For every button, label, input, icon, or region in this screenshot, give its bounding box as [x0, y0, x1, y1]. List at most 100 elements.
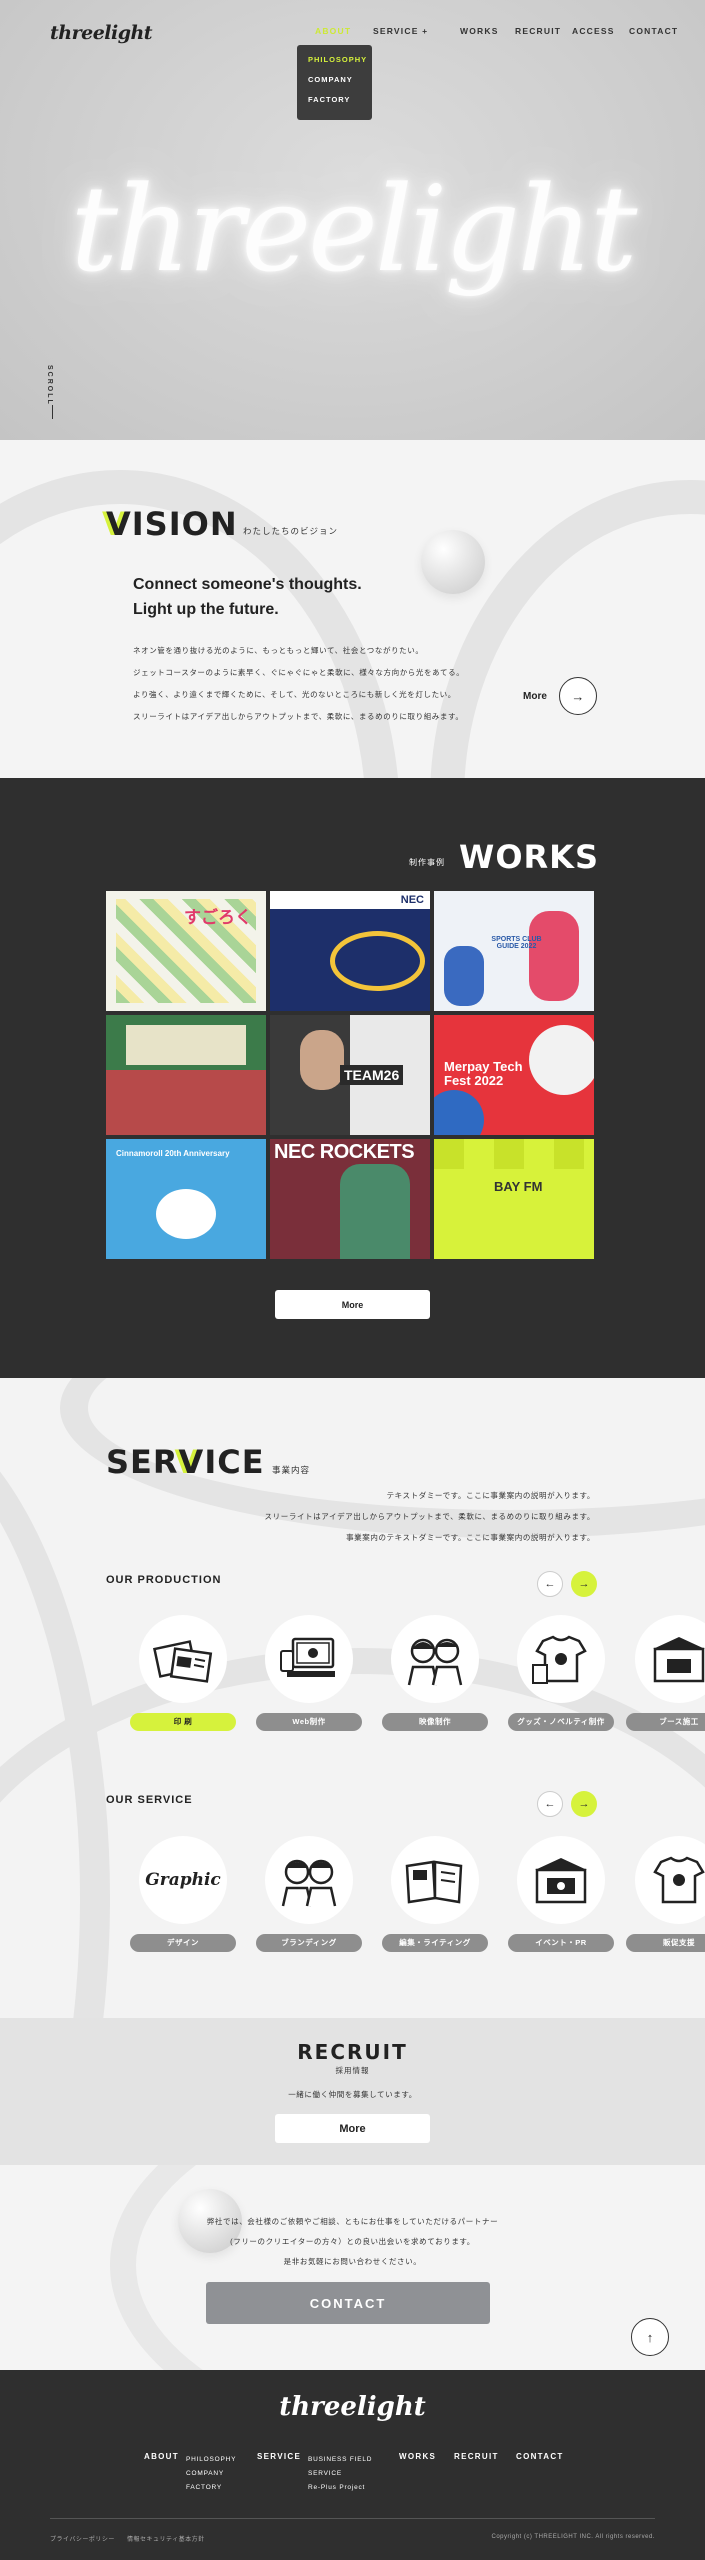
privacy-link[interactable]: プライバシーポリシー [50, 2534, 115, 2543]
headline-line: Light up the future. [133, 601, 279, 618]
body-line: ネオン管を通り抜ける光のように、もっともっと輝いて、社会とつながりたい。 [133, 646, 424, 655]
work-tile[interactable]: BAY FM [434, 1139, 594, 1259]
contact-line: 弊社では、会社様のご依頼やご相談、ともにお仕事をしていただけるパートナー [206, 2217, 499, 2226]
production-item[interactable]: グッズ・ノベルティ制作 [508, 1615, 614, 1731]
work-tile[interactable]: すごろく [106, 891, 266, 1011]
works-more-button[interactable]: More [275, 1290, 430, 1319]
footer-logo[interactable]: threelight [0, 2392, 705, 2422]
work-tile[interactable] [106, 1015, 266, 1135]
work-tile[interactable]: Merpay Tech Fest 2022 [434, 1015, 594, 1135]
site-logo[interactable]: threelight [50, 22, 153, 44]
title-post: ICE [204, 1443, 265, 1481]
scroll-indicator: SCROLL [46, 365, 53, 406]
neon-sign: threelight [70, 160, 638, 298]
footer-about-links: PHILOSOPHY COMPANY FACTORY [186, 2453, 236, 2495]
tile-text: NEC [400, 894, 424, 906]
desc-line: スリーライトはアイデア出しからアウトプットまで、柔軟に、まるめのりに取り組みます… [264, 1512, 595, 1521]
footer-service-col: SERVICE [257, 2452, 301, 2461]
editing-icon [391, 1836, 479, 1924]
footer-divider [50, 2518, 655, 2519]
vision-section: VISION わたしたちのビジョン Connect someone's thou… [0, 440, 705, 778]
tile-text: SPORTS CLUB GUIDE 2022 [491, 936, 542, 950]
footer-recruit[interactable]: RECRUIT [454, 2452, 499, 2461]
prev-arrow-icon[interactable]: ← [537, 1791, 563, 1817]
nav-contact[interactable]: CONTACT [629, 26, 689, 36]
title-pre: SER [106, 1443, 179, 1481]
site-footer: threelight ABOUT PHILOSOPHY COMPANY FACT… [0, 2370, 705, 2560]
works-title: WORKS [459, 838, 599, 876]
title-accent: V [106, 505, 132, 543]
footer-link[interactable]: PHILOSOPHY [186, 2453, 236, 2467]
tile-text: TEAM26 [340, 1065, 404, 1085]
works-grid: すごろく NEC SPORTS CLUB GUIDE 2022 TEAM26 M… [106, 891, 598, 1259]
contact-button[interactable]: CONTACT [206, 2282, 490, 2324]
contact-line: 是非お気軽にお問い合わせください。 [283, 2257, 422, 2266]
footer-link[interactable]: BUSINESS FIELD [308, 2453, 372, 2467]
item-label: 映像制作 [382, 1713, 488, 1731]
footer-works[interactable]: WORKS [399, 2452, 436, 2461]
recruit-title: RECRUIT [297, 2040, 408, 2064]
nav-access[interactable]: ACCESS [572, 26, 629, 36]
dropdown-company[interactable]: COMPANY [308, 75, 372, 95]
footer-contact[interactable]: CONTACT [516, 2452, 564, 2461]
production-item[interactable]: 映像制作 [382, 1615, 488, 1731]
goods-icon [517, 1615, 605, 1703]
arrow-up-icon[interactable]: ↑ [631, 2318, 669, 2356]
work-tile[interactable]: NEC ROCKETS [270, 1139, 430, 1259]
tile-text: Cinnamoroll 20th Anniversary [116, 1149, 230, 1158]
footer-link[interactable]: FACTORY [186, 2481, 236, 2495]
works-subtitle: 制作事例 [409, 858, 445, 867]
footer-service[interactable]: SERVICE [257, 2452, 301, 2461]
nav-service[interactable]: SERVICE + [373, 26, 460, 36]
tile-text: NEC ROCKETS [274, 1141, 415, 1163]
body-line: スリーライトはアイデア出しからアウトプットまで、柔軟に、まるめのりに取り組みます… [133, 712, 464, 721]
web-icon [265, 1615, 353, 1703]
service-description: テキストダミーです。ここに事業案内の説明が入ります。 スリーライトはアイデア出し… [265, 1485, 595, 1548]
service-item[interactable]: 販促支援 [626, 1836, 705, 1952]
security-link[interactable]: 情報セキュリティ基本方針 [127, 2534, 205, 2543]
next-arrow-icon[interactable]: → [571, 1791, 597, 1817]
vision-body: ネオン管を通り抜ける光のように、もっともっと輝いて、社会とつながりたい。 ジェッ… [133, 640, 464, 728]
nav-about[interactable]: ABOUT [315, 26, 373, 36]
arrow-right-icon[interactable]: → [558, 677, 597, 715]
production-title: OUR PRODUCTION [106, 1574, 222, 1586]
body-line: ジェットコースターのように素早く、ぐにゃぐにゃと柔軟に、様々な方向から光をあてる… [133, 668, 465, 677]
about-dropdown: PHILOSOPHY COMPANY FACTORY [297, 45, 372, 120]
footer-link[interactable]: SERVICE [308, 2467, 372, 2481]
recruit-subtitle: 採用情報 [335, 2066, 370, 2075]
nav-recruit[interactable]: RECRUIT [515, 26, 572, 36]
recruit-more-button[interactable]: More [275, 2114, 430, 2143]
prev-arrow-icon[interactable]: ← [537, 1571, 563, 1597]
footer-about-col: ABOUT [144, 2452, 179, 2461]
service-section: SERVICE 事業内容 テキストダミーです。ここに事業案内の説明が入ります。 … [0, 1378, 705, 2018]
footer-link[interactable]: COMPANY [186, 2467, 236, 2481]
vision-headline: Connect someone's thoughts. Light up the… [133, 572, 362, 622]
title-rest: ISION [131, 505, 238, 543]
work-tile[interactable]: Cinnamoroll 20th Anniversary [106, 1139, 266, 1259]
production-item[interactable]: ブース施工 [626, 1615, 705, 1731]
work-tile[interactable]: SPORTS CLUB GUIDE 2022 [434, 891, 594, 1011]
service-item[interactable]: ブランディング [256, 1836, 362, 1952]
work-tile[interactable]: TEAM26 [270, 1015, 430, 1135]
item-label: 販促支援 [626, 1934, 705, 1952]
vision-more-link[interactable]: More → [523, 677, 597, 715]
promotion-icon [635, 1836, 705, 1924]
headline-line: Connect someone's thoughts. [133, 576, 362, 593]
production-item[interactable]: Web制作 [256, 1615, 362, 1731]
footer-about[interactable]: ABOUT [144, 2452, 179, 2461]
service-item[interactable]: イベント・PR [508, 1836, 614, 1952]
item-label: イベント・PR [508, 1934, 614, 1952]
vision-subtitle: わたしたちのビジョン [243, 526, 339, 536]
nav-works[interactable]: WORKS [460, 26, 515, 36]
title-accent: V [178, 1443, 205, 1481]
next-arrow-icon[interactable]: → [571, 1571, 597, 1597]
service-item[interactable]: Graphic デザイン [130, 1836, 236, 1952]
service-item[interactable]: 編集・ライティング [382, 1836, 488, 1952]
item-label: ブース施工 [626, 1713, 705, 1731]
work-tile[interactable]: NEC [270, 891, 430, 1011]
production-item[interactable]: 印 刷 [130, 1615, 236, 1731]
item-label: 印 刷 [130, 1713, 236, 1731]
dropdown-factory[interactable]: FACTORY [308, 95, 372, 115]
dropdown-philosophy[interactable]: PHILOSOPHY [308, 55, 372, 75]
footer-link[interactable]: Re-Plus Project [308, 2481, 372, 2495]
